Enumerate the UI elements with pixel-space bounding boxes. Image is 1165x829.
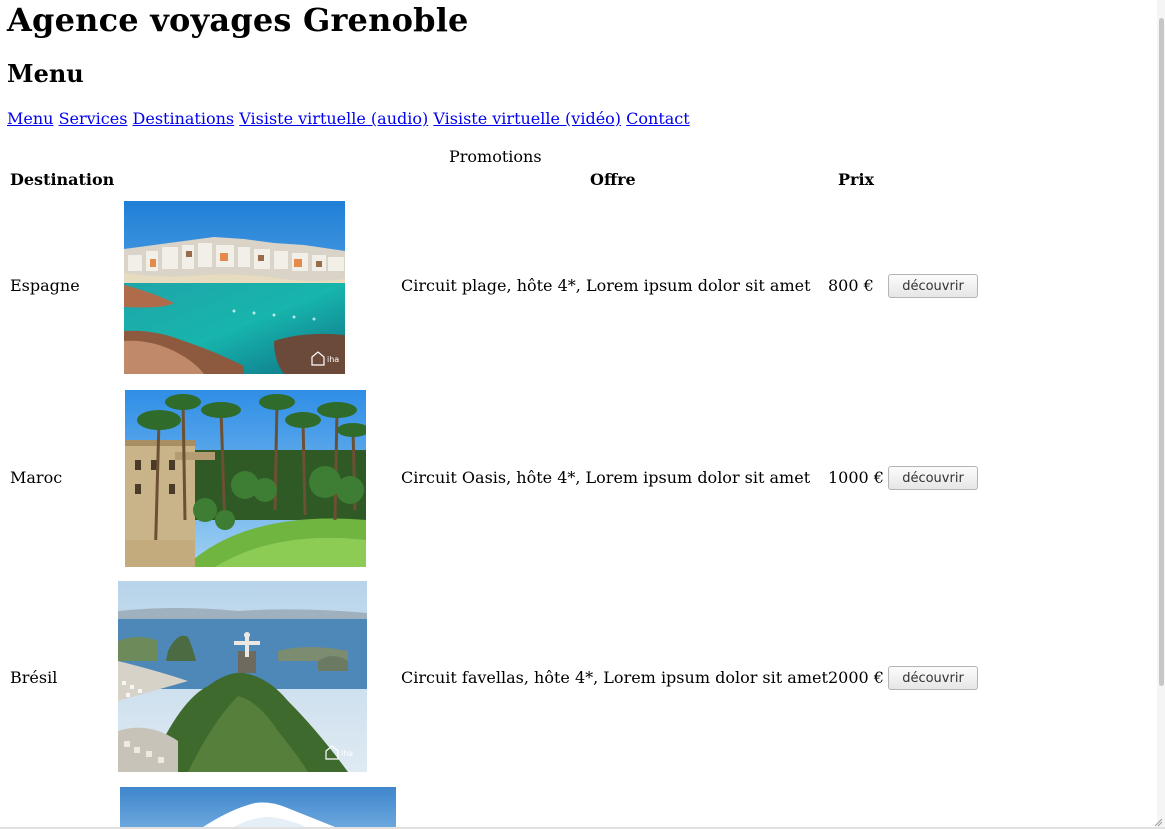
destination-name: Brésil — [10, 668, 58, 687]
destination-name: Maroc — [10, 468, 63, 487]
resize-grip-icon[interactable] — [1153, 817, 1163, 827]
nav-link-visite-audio[interactable]: Visiste virtuelle (audio) — [239, 109, 428, 128]
vertical-scrollbar[interactable] — [1157, 0, 1165, 829]
scrollbar-thumb[interactable] — [1159, 18, 1164, 686]
price: 800 € — [828, 276, 874, 295]
offer-text: Circuit plage, hôte 4*, Lorem ipsum dolo… — [401, 276, 811, 295]
discover-button-bresil[interactable]: découvrir — [888, 666, 978, 690]
destination-photo-mountain — [120, 787, 396, 829]
column-header-prix: Prix — [838, 170, 875, 189]
page: Agence voyages Grenoble Menu Menu Servic… — [0, 0, 1165, 829]
price: 2000 € — [828, 668, 884, 687]
nav-link-contact[interactable]: Contact — [626, 109, 690, 128]
section-heading: Menu — [7, 59, 84, 88]
table-caption: Promotions — [449, 147, 542, 166]
discover-button-maroc[interactable]: découvrir — [888, 466, 978, 490]
svg-text:iha: iha — [341, 749, 353, 758]
nav-link-services[interactable]: Services — [59, 109, 128, 128]
destination-photo-maroc — [125, 390, 366, 567]
destination-photo-bresil: iha — [118, 581, 367, 772]
destination-name: Espagne — [10, 276, 80, 295]
discover-button-espagne[interactable]: découvrir — [888, 274, 978, 298]
destination-photo-espagne: iha — [124, 201, 345, 374]
column-header-destination: Destination — [10, 170, 115, 189]
price: 1000 € — [828, 468, 884, 487]
nav-link-destinations[interactable]: Destinations — [133, 109, 235, 128]
column-header-offre: Offre — [590, 170, 636, 189]
svg-text:iha: iha — [327, 355, 339, 364]
nav-link-menu[interactable]: Menu — [7, 109, 53, 128]
main-nav: Menu Services Destinations Visiste virtu… — [7, 108, 690, 130]
offer-text: Circuit Oasis, hôte 4*, Lorem ipsum dolo… — [401, 468, 811, 487]
offer-text: Circuit favellas, hôte 4*, Lorem ipsum d… — [401, 668, 828, 687]
page-title: Agence voyages Grenoble — [7, 1, 469, 39]
nav-link-visite-video[interactable]: Visiste virtuelle (vidéo) — [433, 109, 621, 128]
